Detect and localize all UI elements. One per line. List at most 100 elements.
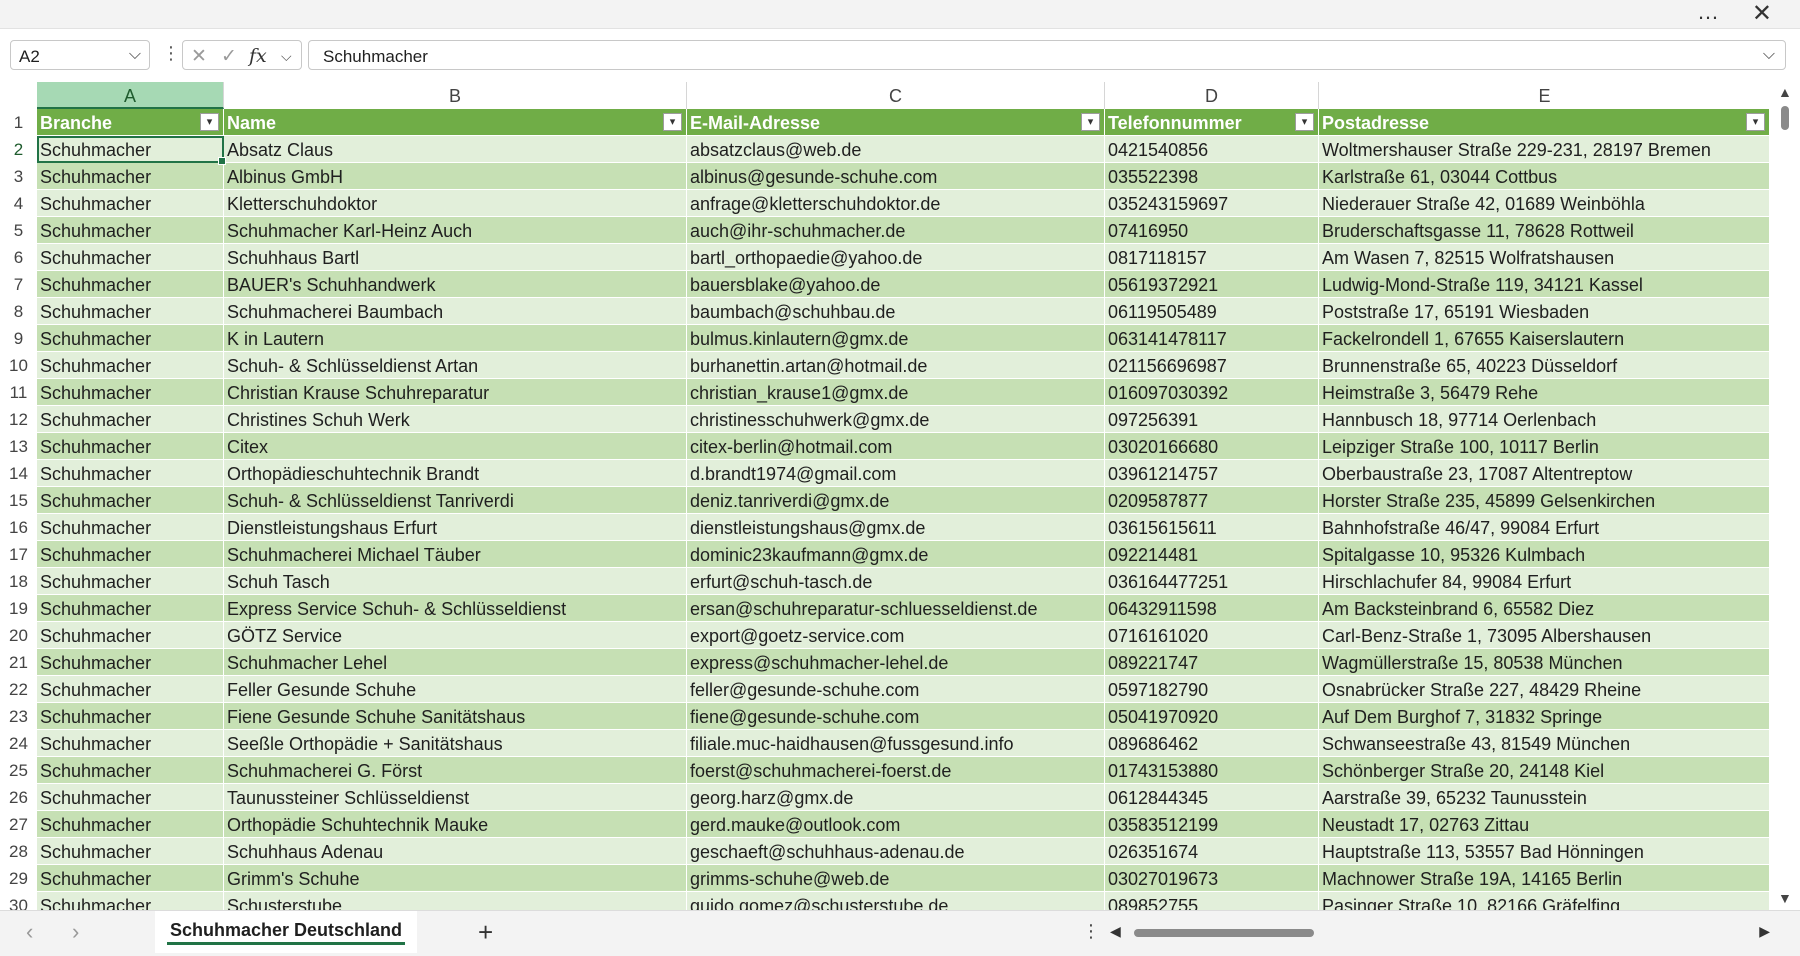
cell-email[interactable]: d.brandt1974@gmail.com <box>687 460 1105 487</box>
cell-telefon[interactable]: 092214481 <box>1105 541 1319 568</box>
more-options-icon[interactable]: … <box>1697 1 1720 23</box>
chevron-down-icon[interactable]: ⌵ <box>281 48 292 65</box>
cell-email[interactable]: citex-berlin@hotmail.com <box>687 433 1105 460</box>
cell-email[interactable]: express@schuhmacher-lehel.de <box>687 649 1105 676</box>
cell-email[interactable]: filiale.muc-haidhausen@fussgesund.info <box>687 730 1105 757</box>
cell-name[interactable]: Feller Gesunde Schuhe <box>224 676 687 703</box>
cell-postadresse[interactable]: Oberbaustraße 23, 17087 Altentreptow <box>1319 460 1770 487</box>
cell-email[interactable]: bartl_orthopaedie@yahoo.de <box>687 244 1105 271</box>
cell-telefon[interactable]: 0612844345 <box>1105 784 1319 811</box>
cell-telefon[interactable]: 0421540856 <box>1105 136 1319 163</box>
row-number[interactable]: 18 <box>0 568 37 595</box>
column-header-e[interactable]: E <box>1319 82 1770 109</box>
cell-email[interactable]: foerst@schuhmacherei-foerst.de <box>687 757 1105 784</box>
row-number[interactable]: 1 <box>0 109 37 136</box>
cell-telefon[interactable]: 01743153880 <box>1105 757 1319 784</box>
cell-branche[interactable]: Schuhmacher <box>37 676 224 703</box>
cell-telefon[interactable]: 0209587877 <box>1105 487 1319 514</box>
cell-name[interactable]: Schuh- & Schlüsseldienst Tanriverdi <box>224 487 687 514</box>
cell-name[interactable]: Taunussteiner Schlüsseldienst <box>224 784 687 811</box>
cell-name[interactable]: Fiene Gesunde Schuhe Sanitätshaus <box>224 703 687 730</box>
enter-icon[interactable]: ✓ <box>221 45 237 68</box>
cell-telefon[interactable]: 05041970920 <box>1105 703 1319 730</box>
row-number[interactable]: 25 <box>0 757 37 784</box>
cell-branche[interactable]: Schuhmacher <box>37 595 224 622</box>
cell-postadresse[interactable]: Niederauer Straße 42, 01689 Weinböhla <box>1319 190 1770 217</box>
cell-email[interactable]: feller@gesunde-schuhe.com <box>687 676 1105 703</box>
add-sheet-button[interactable]: + <box>478 917 493 948</box>
cell-telefon[interactable]: 0597182790 <box>1105 676 1319 703</box>
scroll-up-icon[interactable]: ▲ <box>1778 84 1792 100</box>
cell-postadresse[interactable]: Osnabrücker Straße 227, 48429 Rheine <box>1319 676 1770 703</box>
cell-postadresse[interactable]: Hannbusch 18, 97714 Oerlenbach <box>1319 406 1770 433</box>
cell-telefon[interactable]: 036164477251 <box>1105 568 1319 595</box>
cell-postadresse[interactable]: Horster Straße 235, 45899 Gelsenkirchen <box>1319 487 1770 514</box>
cell-telefon[interactable]: 026351674 <box>1105 838 1319 865</box>
column-header-a[interactable]: A <box>37 82 224 109</box>
cell-postadresse[interactable]: Auf Dem Burghof 7, 31832 Springe <box>1319 703 1770 730</box>
cell-branche[interactable]: Schuhmacher <box>37 487 224 514</box>
cell-postadresse[interactable]: Brunnenstraße 65, 40223 Düsseldorf <box>1319 352 1770 379</box>
cell-telefon[interactable]: 03027019673 <box>1105 865 1319 892</box>
cell-postadresse[interactable]: Aarstraße 39, 65232 Taunusstein <box>1319 784 1770 811</box>
cancel-icon[interactable]: ✕ <box>191 45 207 68</box>
cell-branche[interactable]: Schuhmacher <box>37 622 224 649</box>
cell-telefon[interactable]: 0716161020 <box>1105 622 1319 649</box>
row-number[interactable]: 7 <box>0 271 37 298</box>
cell-branche[interactable]: Schuhmacher <box>37 838 224 865</box>
cell-email[interactable]: baumbach@schuhbau.de <box>687 298 1105 325</box>
header-cell-name[interactable]: Name ▾ <box>224 109 687 136</box>
cell-branche[interactable]: Schuhmacher <box>37 433 224 460</box>
previous-sheet-icon[interactable]: ‹ <box>26 919 33 945</box>
cell-telefon[interactable]: 03961214757 <box>1105 460 1319 487</box>
column-header-d[interactable]: D <box>1105 82 1319 109</box>
cell-telefon[interactable]: 03583512199 <box>1105 811 1319 838</box>
horizontal-scrollbar[interactable]: ◀ ▶ <box>1110 923 1770 943</box>
cell-name[interactable]: Express Service Schuh- & Schlüsseldienst <box>224 595 687 622</box>
row-number[interactable]: 5 <box>0 217 37 244</box>
cell-name[interactable]: Orthopädie Schuhtechnik Mauke <box>224 811 687 838</box>
spreadsheet-grid[interactable]: A B C D E 1 Branche ▾ Name ▾ E-Mail-Adresse ▾ T… <box>0 82 1770 910</box>
header-cell-postadresse[interactable]: Postadresse ▾ <box>1319 109 1770 136</box>
cell-telefon[interactable]: 06432911598 <box>1105 595 1319 622</box>
cell-postadresse[interactable]: Am Backsteinbrand 6, 65582 Diez <box>1319 595 1770 622</box>
row-number[interactable]: 6 <box>0 244 37 271</box>
cell-telefon[interactable]: 07416950 <box>1105 217 1319 244</box>
cell-branche[interactable]: Schuhmacher <box>37 298 224 325</box>
filter-dropdown-icon[interactable]: ▾ <box>1746 113 1765 131</box>
cell-telefon[interactable]: 089221747 <box>1105 649 1319 676</box>
cell-email[interactable]: anfrage@kletterschuhdoktor.de <box>687 190 1105 217</box>
cell-branche[interactable]: Schuhmacher <box>37 406 224 433</box>
cell-branche[interactable]: Schuhmacher <box>37 703 224 730</box>
filter-dropdown-icon[interactable]: ▾ <box>1295 113 1314 131</box>
cell-name[interactable]: Schuhmacher Karl-Heinz Auch <box>224 217 687 244</box>
row-number[interactable]: 22 <box>0 676 37 703</box>
cell-email[interactable]: christinesschuhwerk@gmx.de <box>687 406 1105 433</box>
cell-email[interactable]: christian_krause1@gmx.de <box>687 379 1105 406</box>
sheet-bar-options-icon[interactable]: ⋮ <box>1082 921 1100 942</box>
cell-branche[interactable]: Schuhmacher <box>37 460 224 487</box>
cell-name[interactable]: Schuh Tasch <box>224 568 687 595</box>
row-number[interactable]: 8 <box>0 298 37 325</box>
cell-telefon[interactable]: 063141478117 <box>1105 325 1319 352</box>
row-number[interactable]: 10 <box>0 352 37 379</box>
cell-postadresse[interactable]: Am Wasen 7, 82515 Wolfratshausen <box>1319 244 1770 271</box>
insert-function-icon[interactable]: fx <box>249 45 267 67</box>
cell-email[interactable]: bauersblake@yahoo.de <box>687 271 1105 298</box>
cell-telefon[interactable]: 03615615611 <box>1105 514 1319 541</box>
row-number[interactable]: 3 <box>0 163 37 190</box>
scroll-down-icon[interactable]: ▼ <box>1778 890 1792 906</box>
cell-branche[interactable]: Schuhmacher <box>37 757 224 784</box>
cell-postadresse[interactable]: Heimstraße 3, 56479 Rehe <box>1319 379 1770 406</box>
scroll-right-icon[interactable]: ▶ <box>1759 923 1770 940</box>
filter-dropdown-icon[interactable]: ▾ <box>1081 113 1100 131</box>
next-sheet-icon[interactable]: › <box>72 919 79 945</box>
cell-telefon[interactable]: 089852755 <box>1105 892 1319 910</box>
cell-name[interactable]: Kletterschuhdoktor <box>224 190 687 217</box>
cell-postadresse[interactable]: Woltmershauser Straße 229-231, 28197 Bre… <box>1319 136 1770 163</box>
cell-name[interactable]: Schuhmacher Lehel <box>224 649 687 676</box>
cell-name[interactable]: Schuhmacherei Baumbach <box>224 298 687 325</box>
row-number[interactable]: 4 <box>0 190 37 217</box>
cell-postadresse[interactable]: Carl-Benz-Straße 1, 73095 Albershausen <box>1319 622 1770 649</box>
cell-branche[interactable]: Schuhmacher <box>37 784 224 811</box>
